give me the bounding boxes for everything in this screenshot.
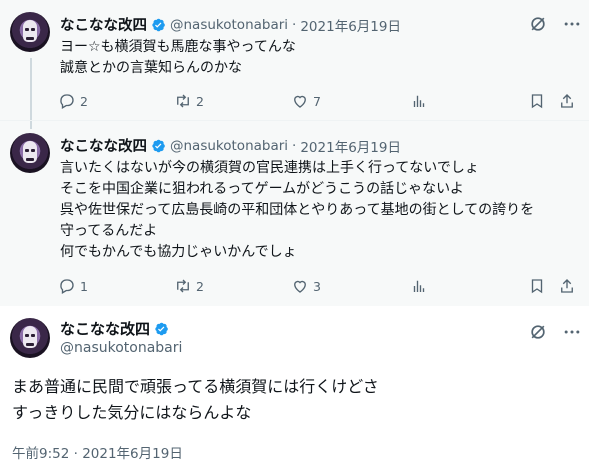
reply-button[interactable]: 1 [58, 277, 88, 295]
like-button[interactable]: 7 [291, 92, 321, 110]
separator: · [292, 137, 297, 154]
retweet-icon [177, 94, 189, 108]
more-icon[interactable] [562, 14, 582, 34]
verified-badge-icon [152, 18, 165, 31]
handle[interactable]: @nasukotonabari [170, 138, 288, 154]
tweet-text: ヨー☆も横須賀も馬鹿な事やってんな 誠意とかの言葉知らんのかな [60, 39, 296, 76]
verified-badge-icon [155, 322, 168, 335]
tweet-header: なこなな改四 @nasukotonabari · 2021年6月19日 [60, 135, 401, 156]
separator: · [292, 16, 297, 33]
like-button[interactable]: 3 [291, 277, 321, 295]
like-count: 7 [313, 93, 321, 109]
avatar[interactable] [10, 12, 50, 52]
action-bar: 2 2 7 [58, 92, 578, 112]
share-icon [561, 94, 573, 108]
share-icon [561, 279, 573, 293]
avatar[interactable] [10, 318, 50, 358]
reply-count: 1 [80, 278, 88, 294]
share-button[interactable] [558, 277, 576, 295]
views-icon [413, 95, 425, 107]
main-tweet-timestamp[interactable]: 午前9:52 · 2021年6月19日 [12, 442, 183, 462]
reply-icon [60, 279, 74, 294]
handle[interactable]: @nasukotonabari [170, 17, 288, 33]
reply-count: 2 [80, 93, 88, 109]
views-button[interactable] [410, 277, 428, 295]
bookmark-icon [531, 279, 543, 294]
like-icon [294, 95, 306, 108]
display-name[interactable]: なこなな改四 [60, 318, 150, 339]
tweet-text: 言いたくはないが今の横須賀の官民連携は上手く行ってないでしょ そこを中国企業に狙… [60, 160, 535, 260]
views-icon [413, 280, 425, 292]
retweet-count: 2 [196, 93, 204, 109]
verified-badge-icon [152, 139, 165, 152]
main-tweet-text: まあ普通に民間で頑張ってる横須賀には行くけどさ すっきりした気分にはならんよな [12, 377, 379, 422]
tweet-date[interactable]: 2021年6月19日 [300, 136, 401, 156]
retweet-count: 2 [196, 278, 204, 294]
like-count: 3 [313, 278, 321, 294]
like-icon [294, 280, 306, 293]
avatar[interactable] [10, 133, 50, 173]
thread-line [30, 121, 32, 129]
thread-line [30, 58, 32, 120]
main-tweet-author: なこなな改四 [60, 318, 173, 339]
tweet-date[interactable]: 2021年6月19日 [300, 15, 401, 35]
bookmark-icon [531, 94, 543, 109]
handle[interactable]: @nasukotonabari [60, 340, 182, 356]
display-name[interactable]: なこなな改四 [60, 14, 147, 35]
share-button[interactable] [558, 92, 576, 110]
display-name[interactable]: なこなな改四 [60, 135, 147, 156]
retweet-button[interactable]: 2 [174, 277, 204, 295]
main-tweet: なこなな改四 @nasukotonabari まあ普通に民間で頑張ってる横須賀に… [0, 306, 589, 472]
reply-icon [60, 94, 74, 109]
grok-icon[interactable] [528, 14, 548, 34]
reply-button[interactable]: 2 [58, 92, 88, 110]
action-bar: 1 2 3 [58, 277, 578, 297]
retweet-icon [177, 279, 189, 293]
more-icon[interactable] [562, 322, 582, 342]
views-button[interactable] [410, 92, 428, 110]
bookmark-button[interactable] [528, 92, 546, 110]
grok-icon[interactable] [528, 322, 548, 342]
retweet-button[interactable]: 2 [174, 92, 204, 110]
thread-tweet-2[interactable]: なこなな改四 @nasukotonabari · 2021年6月19日 言いたく… [0, 120, 589, 306]
tweet-header: なこなな改四 @nasukotonabari · 2021年6月19日 [60, 14, 401, 35]
thread-tweet-1[interactable]: なこなな改四 @nasukotonabari · 2021年6月19日 ヨー☆も… [0, 0, 589, 120]
bookmark-button[interactable] [528, 277, 546, 295]
